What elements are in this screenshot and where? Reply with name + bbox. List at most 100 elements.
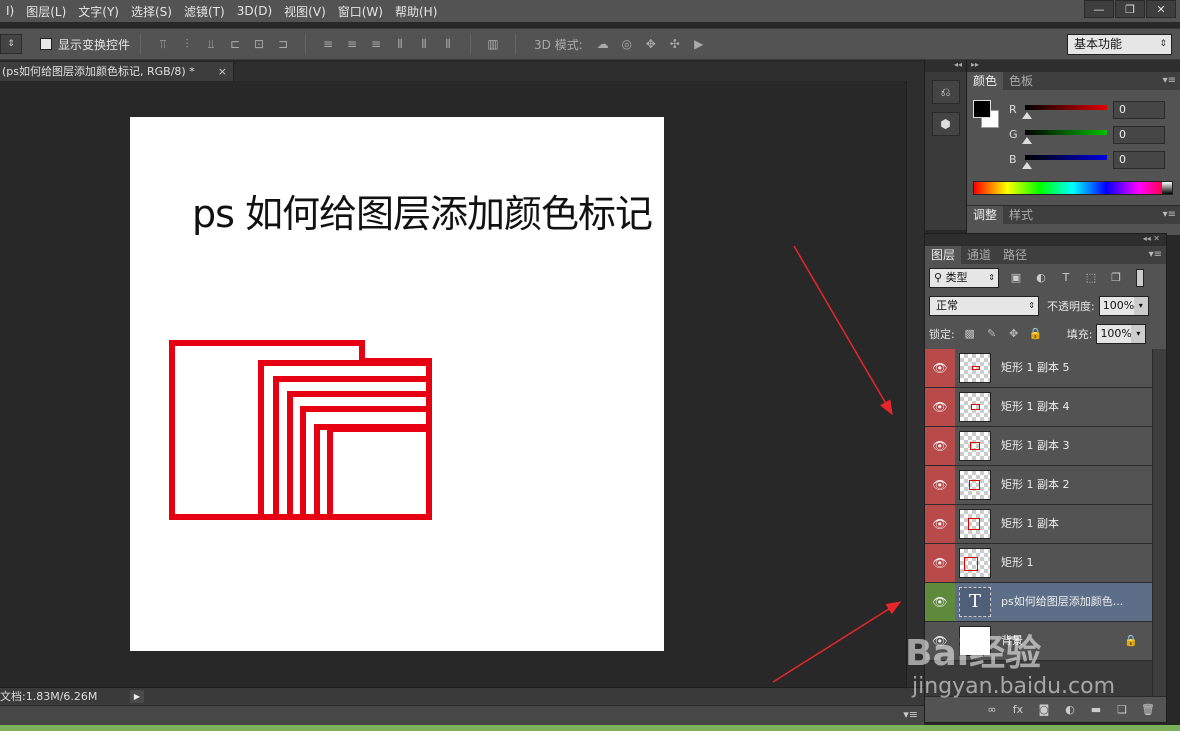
layer-row-selected[interactable]: 👁 T ps如何给图层添加颜色... (925, 583, 1152, 622)
minimize-button[interactable]: — (1084, 0, 1114, 18)
menu-item-select[interactable]: 选择(S) (125, 3, 178, 20)
channel-track[interactable] (1025, 105, 1107, 110)
filter-kind-select[interactable]: ⚲ 类型 ⇕ (929, 268, 999, 288)
panel-menu-icon[interactable]: ▾≡ (1149, 246, 1162, 264)
menu-item-layer[interactable]: 图层(L) (20, 3, 72, 20)
history-panel-icon[interactable]: ⎌ (931, 80, 960, 104)
panel-menu-icon[interactable]: ▾≡ (1163, 206, 1176, 224)
tool-preset-stepper[interactable]: ⇕ (0, 34, 22, 54)
tab-channels[interactable]: 通道 (961, 246, 997, 264)
orbit-3d-icon[interactable]: ☁ (595, 37, 611, 51)
panel-menu-icon[interactable]: ▾≡ (1163, 72, 1176, 90)
align-hcenter-icon[interactable]: ⊡ (251, 37, 267, 51)
chevron-down-icon[interactable]: ▾ (1133, 297, 1148, 315)
slide-3d-icon[interactable]: ✣ (667, 37, 683, 51)
menu-item-type[interactable]: 文字(Y) (72, 3, 125, 20)
panel-menu-icon[interactable]: ▾≡ (903, 708, 918, 721)
layer-name[interactable]: 矩形 1 副本 4 (1001, 388, 1070, 426)
layer-row[interactable]: 👁 矩形 1 副本 5 (925, 349, 1152, 388)
channel-value-field[interactable]: 0 (1113, 151, 1165, 169)
layer-name[interactable]: ps如何给图层添加颜色... (1001, 583, 1123, 621)
channel-thumb[interactable] (1022, 137, 1032, 144)
menu-item-window[interactable]: 窗口(W) (332, 3, 389, 20)
eye-icon[interactable]: 👁 (925, 505, 955, 543)
collapse-dock-icon[interactable]: ◂◂ (925, 60, 966, 72)
canvas-vertical-scrollbar[interactable] (906, 81, 924, 687)
channel-track[interactable] (1025, 130, 1107, 135)
blend-mode-select[interactable]: 正常 ⇕ (929, 296, 1039, 316)
distribute-vcenter-icon[interactable]: ≡ (344, 37, 360, 51)
layer-name[interactable]: 矩形 1 副本 2 (1001, 466, 1070, 504)
layer-row[interactable]: 👁 矩形 1 副本 (925, 505, 1152, 544)
layer-name[interactable]: 背景 (1001, 622, 1023, 660)
menu-item-partial[interactable]: I) (0, 4, 20, 18)
layer-row[interactable]: 👁 矩形 1 (925, 544, 1152, 583)
tab-swatches[interactable]: 色板 (1003, 72, 1039, 90)
tab-styles[interactable]: 样式 (1003, 206, 1039, 224)
slider-r[interactable]: R 0 (1009, 101, 1175, 122)
chevron-down-icon[interactable]: ▾ (1131, 325, 1146, 343)
distribute-top-icon[interactable]: ≡ (320, 37, 336, 51)
eye-icon[interactable]: 👁 (925, 544, 955, 582)
slider-b[interactable]: B 0 (1009, 151, 1175, 172)
channel-track[interactable] (1025, 155, 1107, 160)
channel-thumb[interactable] (1022, 112, 1032, 119)
layer-name[interactable]: 矩形 1 副本 3 (1001, 427, 1070, 465)
layer-row[interactable]: 👁 矩形 1 副本 4 (925, 388, 1152, 427)
tab-color[interactable]: 颜色 (967, 72, 1004, 90)
menu-item-filter[interactable]: 滤镜(T) (178, 3, 231, 20)
channel-value-field[interactable]: 0 (1113, 101, 1165, 119)
layers-scrollbar[interactable] (1152, 349, 1166, 696)
drag-3d-icon[interactable]: ✥ (643, 37, 659, 51)
lock-transparency-icon[interactable]: ▩ (963, 327, 977, 341)
workspace-switcher[interactable]: 基本功能 ⇕ (1067, 34, 1172, 55)
smartobject-filter-icon[interactable]: ❐ (1108, 271, 1124, 285)
slider-g[interactable]: G 0 (1009, 126, 1175, 147)
layer-row[interactable]: 👁 矩形 1 副本 2 (925, 466, 1152, 505)
lock-position-icon[interactable]: ✥ (1007, 327, 1021, 341)
eye-icon[interactable]: 👁 (925, 466, 955, 504)
layer-name[interactable]: 矩形 1 副本 (1001, 505, 1059, 543)
document-canvas[interactable]: ps 如何给图层添加颜色标记 (130, 117, 664, 651)
layer-name[interactable]: 矩形 1 (1001, 544, 1034, 582)
adjustment-filter-icon[interactable]: ◐ (1033, 271, 1049, 285)
auto-align-icon[interactable]: ▥ (485, 37, 501, 51)
scale-3d-icon[interactable]: ▶ (691, 37, 707, 51)
layer-row[interactable]: 👁 背景 🔒 (925, 622, 1152, 661)
channel-value-field[interactable]: 0 (1113, 126, 1165, 144)
opacity-field[interactable]: 100% ▾ (1098, 296, 1149, 316)
show-transform-checkbox[interactable] (40, 38, 52, 50)
document-tab[interactable]: (ps如何给图层添加颜色标记, RGB/8) * × (0, 62, 234, 81)
fx-icon[interactable]: fx (1010, 703, 1026, 717)
eye-icon[interactable]: 👁 (925, 388, 955, 426)
shape-filter-icon[interactable]: ⬚ (1083, 271, 1099, 285)
trash-icon[interactable]: 🗑 (1140, 703, 1156, 717)
eye-icon[interactable]: 👁 (925, 583, 955, 621)
lock-image-icon[interactable]: ✎ (985, 327, 999, 341)
type-filter-icon[interactable]: T (1058, 271, 1074, 285)
align-top-icon[interactable]: ⫪ (155, 37, 171, 51)
eye-icon[interactable]: 👁 (925, 349, 955, 387)
align-left-icon[interactable]: ⊏ (227, 37, 243, 51)
status-menu-arrow-icon[interactable]: ▶ (130, 690, 144, 703)
link-layers-icon[interactable]: ∞ (984, 703, 1000, 717)
tab-adjustments[interactable]: 调整 (967, 206, 1004, 224)
color-spectrum-bar[interactable] (973, 181, 1173, 195)
align-vcenter-icon[interactable]: ⫶ (179, 37, 195, 51)
distribute-right-icon[interactable]: ⦀ (440, 37, 456, 51)
eye-icon[interactable]: 👁 (925, 622, 955, 660)
close-tab-icon[interactable]: × (218, 62, 227, 81)
restore-button[interactable]: ❐ (1115, 0, 1145, 18)
tab-paths[interactable]: 路径 (997, 246, 1033, 264)
layer-name[interactable]: 矩形 1 副本 5 (1001, 349, 1070, 387)
layer-row[interactable]: 👁 矩形 1 副本 3 (925, 427, 1152, 466)
menu-item-help[interactable]: 帮助(H) (389, 3, 443, 20)
roll-3d-icon[interactable]: ◎ (619, 37, 635, 51)
distribute-left-icon[interactable]: ⦀ (392, 37, 408, 51)
collapse-panel-icon[interactable]: ▸▸ (967, 60, 1180, 72)
new-group-icon[interactable]: ▬ (1088, 703, 1104, 717)
foreground-color-swatch[interactable] (973, 100, 991, 118)
menu-item-view[interactable]: 视图(V) (278, 3, 332, 20)
menu-item-3d[interactable]: 3D(D) (231, 4, 278, 18)
filter-toggle-switch[interactable] (1136, 269, 1144, 287)
